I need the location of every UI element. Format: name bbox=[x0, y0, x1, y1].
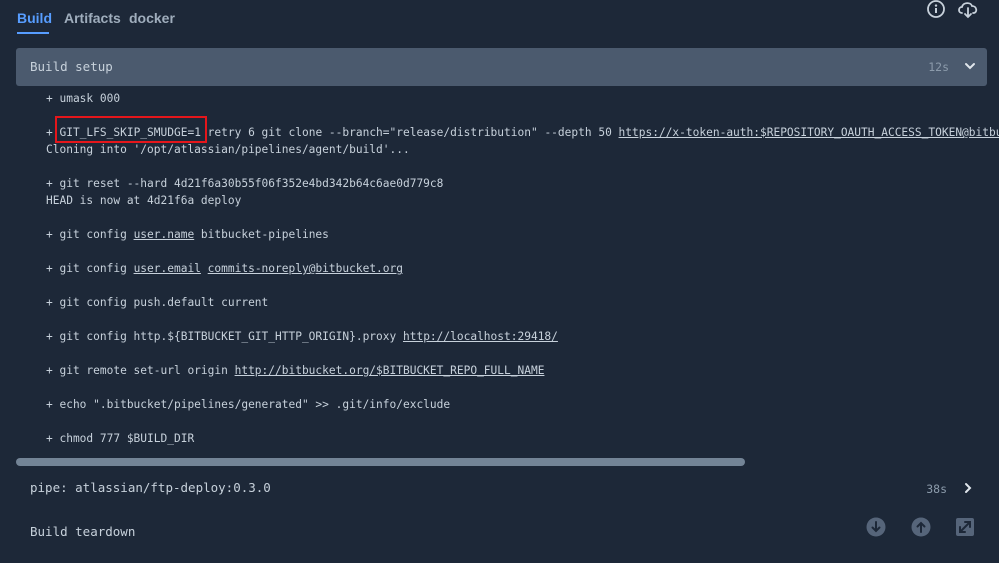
tab-docker[interactable]: docker bbox=[129, 9, 175, 27]
log-line: HEAD is now at 4d21f6a deploy bbox=[46, 194, 242, 207]
tab-artifacts[interactable]: Artifacts bbox=[64, 9, 121, 27]
user-name-link[interactable]: user.name bbox=[134, 228, 195, 241]
log-text: + git config bbox=[46, 262, 134, 275]
highlight-box bbox=[55, 116, 207, 143]
pipe-step-label: pipe: atlassian/ftp-deploy:0.3.0 bbox=[30, 480, 271, 495]
build-setup-step-header[interactable]: Build setup 12s bbox=[16, 48, 987, 86]
proxy-url-link[interactable]: http://localhost:29418/ bbox=[403, 330, 558, 343]
log-text: + git config bbox=[46, 228, 134, 241]
pipe-step-row[interactable]: pipe: atlassian/ftp-deploy:0.3.0 38s bbox=[16, 472, 987, 504]
tab-build[interactable]: Build bbox=[17, 9, 52, 27]
log-line: Cloning into '/opt/atlassian/pipelines/a… bbox=[46, 143, 410, 156]
chevron-right-icon[interactable] bbox=[961, 481, 975, 495]
repo-url-link[interactable]: https://x-token-auth:$REPOSITORY_OAUTH_A… bbox=[619, 126, 999, 139]
log-text: bitbucket-pipelines bbox=[194, 228, 329, 241]
log-line: + git config user.name bitbucket-pipelin… bbox=[46, 228, 329, 242]
step-duration: 12s bbox=[928, 60, 949, 74]
chevron-down-icon[interactable] bbox=[963, 59, 977, 73]
log-line: + git remote set-url origin http://bitbu… bbox=[46, 364, 544, 378]
remote-url-link[interactable]: http://bitbucket.org/$BITBUCKET_REPO_FUL… bbox=[235, 364, 545, 377]
log-line: + umask 000 bbox=[46, 92, 121, 105]
info-icon[interactable] bbox=[925, 0, 947, 22]
scroll-up-icon[interactable] bbox=[911, 517, 931, 537]
log-line: + chmod 777 $BUILD_DIR bbox=[46, 432, 195, 445]
pipe-step-duration: 38s bbox=[926, 482, 947, 496]
teardown-step-row[interactable]: Build teardown bbox=[16, 516, 836, 548]
log-line: + git config user.email commits-noreply@… bbox=[46, 262, 403, 276]
active-tab-indicator bbox=[17, 32, 49, 34]
horizontal-scrollbar[interactable] bbox=[16, 458, 987, 466]
log-line: + echo ".bitbucket/pipelines/generated" … bbox=[46, 398, 451, 411]
log-text: retry 6 git clone --branch="release/dist… bbox=[200, 126, 619, 139]
teardown-step-label: Build teardown bbox=[30, 524, 136, 539]
scroll-down-icon[interactable] bbox=[866, 517, 886, 537]
step-title: Build setup bbox=[30, 59, 113, 74]
expand-icon[interactable] bbox=[955, 517, 975, 537]
cloud-download-icon[interactable] bbox=[957, 0, 979, 22]
commits-email-link[interactable]: commits-noreply@bitbucket.org bbox=[208, 262, 403, 275]
log-text: + git remote set-url origin bbox=[46, 364, 235, 377]
tab-bar: Build Artifacts docker bbox=[0, 0, 999, 36]
log-line: + git config push.default current bbox=[46, 296, 269, 309]
log-line: + git config http.${BITBUCKET_GIT_HTTP_O… bbox=[46, 330, 558, 344]
scrollbar-thumb[interactable] bbox=[16, 458, 745, 466]
log-line: + git reset --hard 4d21f6a30b55f06f352e4… bbox=[46, 177, 444, 190]
log-text: + git config http.${BITBUCKET_GIT_HTTP_O… bbox=[46, 330, 403, 343]
user-email-link[interactable]: user.email bbox=[134, 262, 201, 275]
